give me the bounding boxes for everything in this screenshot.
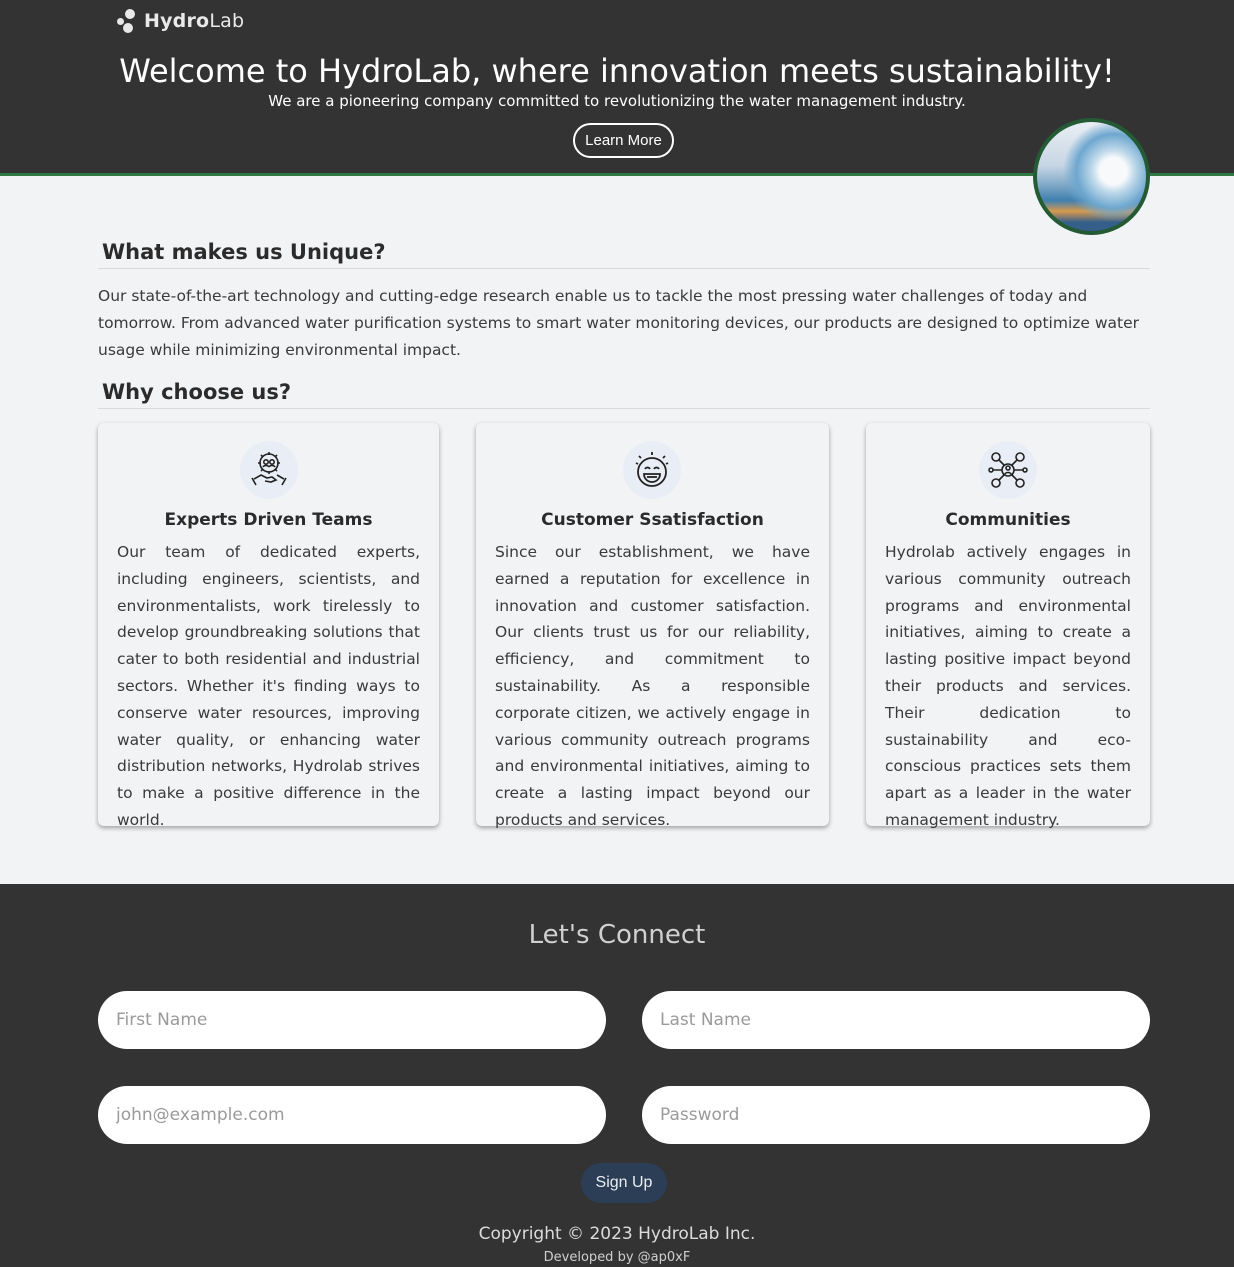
connect-footer: Let's Connect Sign Up Copyright © 2023 H… [0,884,1234,1267]
copyright-text: Copyright © 2023 HydroLab Inc. [478,1224,756,1244]
community-network-icon [979,441,1037,499]
card-experts: Experts Driven Teams Our team of dedicat… [98,423,439,829]
why-section: Why choose us? [98,380,1150,409]
last-name-input[interactable] [642,991,1150,1049]
password-input[interactable] [642,1086,1150,1144]
sign-up-button[interactable]: Sign Up [581,1163,667,1203]
email-input[interactable] [98,1086,606,1144]
why-title: Why choose us? [98,380,1150,409]
hero-title: Welcome to HydroLab, where innovation me… [119,52,1115,90]
connect-title: Let's Connect [528,920,706,950]
unique-section: What makes us Unique? Our state-of-the-a… [98,240,1150,364]
logo-text: HydroLab [144,10,245,32]
developed-by-text: Developed by @ap0xF [543,1250,691,1265]
logo-droplets-icon [116,8,138,34]
card-satisfaction: Customer Ssatisfaction Since our establi… [476,423,829,829]
unique-title: What makes us Unique? [98,240,1150,269]
ocean-wave-image [1033,118,1150,235]
card-text-satisfaction: Since our establishment, we have earned … [495,543,810,829]
team-gear-icon [240,441,298,499]
hero-header: HydroLab Welcome to HydroLab, where inno… [0,0,1234,235]
logo[interactable]: HydroLab [116,8,244,34]
card-text-communities: Hydrolab actively engages in various com… [885,543,1131,829]
first-name-input[interactable] [98,991,606,1049]
card-title-satisfaction: Customer Ssatisfaction [541,510,764,530]
feature-cards: Experts Driven Teams Our team of dedicat… [98,423,1150,829]
card-text-experts: Our team of dedicated experts, including… [117,543,420,829]
unique-paragraph: Our state-of-the-art technology and cutt… [98,287,1140,359]
smiley-face-icon [623,441,681,499]
card-communities: Communities Hydrolab actively engages in… [866,423,1150,829]
card-title-experts: Experts Driven Teams [164,510,373,530]
learn-more-button[interactable]: Learn More [573,123,674,158]
hero-subtitle: We are a pioneering company committed to… [268,92,966,110]
card-title-communities: Communities [945,510,1071,530]
